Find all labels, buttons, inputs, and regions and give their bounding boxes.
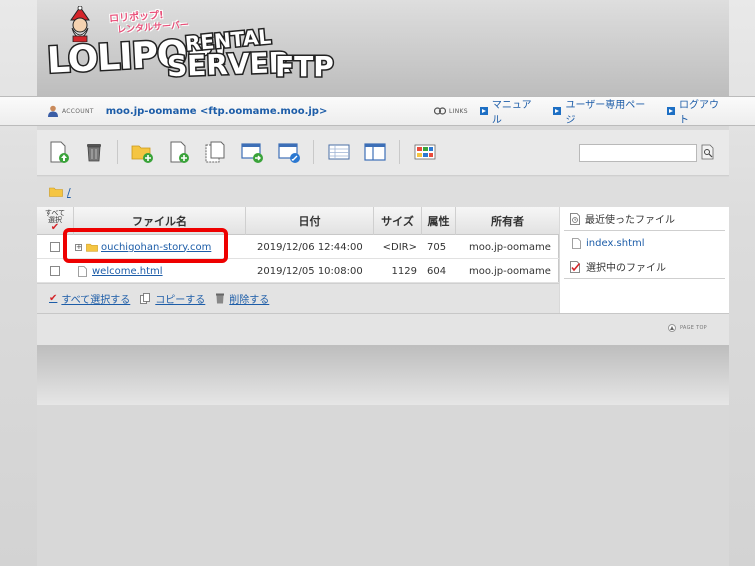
table-row[interactable]: welcome.html 2019/12/05 10:08:00 1129 60…	[37, 259, 559, 283]
mascot-icon	[70, 6, 90, 42]
left-gutter	[0, 0, 37, 566]
page-top-bar: PAGE TOP	[37, 313, 729, 345]
account-bar-left-extension	[0, 96, 37, 126]
manual-link-label: マニュアル	[491, 100, 532, 126]
row-checkbox[interactable]	[50, 242, 60, 252]
search-icon[interactable]	[701, 144, 715, 160]
logo-server-text: SERVER	[165, 44, 292, 84]
page-top-button[interactable]: PAGE TOP	[667, 324, 707, 332]
expand-icon[interactable]: +	[75, 243, 82, 251]
recent-files-header: 最近使ったファイル	[564, 207, 725, 231]
trash-icon	[216, 293, 225, 304]
selected-files-header: 選択中のファイル	[564, 255, 725, 279]
table-header: すべて 選択 ✔ ファイル名 日付 サイズ 属性 所有者	[37, 207, 559, 235]
logout-link-label: ログアウト	[679, 100, 720, 126]
arrow-square-icon	[553, 107, 562, 115]
edit-window-icon[interactable]	[277, 140, 301, 164]
color-grid-icon[interactable]	[413, 140, 437, 164]
right-gutter	[729, 0, 755, 566]
side-panel: 最近使ったファイル index.shtml 選択中のファイル	[560, 207, 729, 313]
new-folder-icon[interactable]	[130, 140, 154, 164]
account-bar: ACCOUNT moo.jp-oomame <ftp.oomame.moo.jp…	[37, 96, 729, 126]
breadcrumb: /	[37, 177, 729, 207]
logo-ftp-text: FTP	[274, 49, 336, 85]
arrow-up-icon	[667, 324, 676, 332]
column-header-date[interactable]: 日付	[245, 207, 373, 235]
select-all-header[interactable]: すべて 選択 ✔	[37, 207, 73, 235]
manual-link[interactable]: マニュアル	[479, 96, 542, 126]
copy-button[interactable]: コピーする	[140, 291, 205, 306]
user-page-link[interactable]: ユーザー専用ページ	[553, 96, 655, 126]
file-name-link[interactable]: ouchigohan-story.com	[101, 242, 211, 253]
search-input[interactable]	[579, 144, 697, 162]
page: ロリポップ! レンタルサーバー LOLIPOP! RENTAL SERVER F…	[0, 0, 755, 566]
table-row[interactable]: + ouchigohan-story.com 2019/12/06 12:44:…	[37, 235, 559, 259]
links-block: LINKS マニュアル ユーザー専用ページ ログアウト	[434, 96, 729, 126]
check-icon: ✔	[49, 293, 58, 304]
file-icon	[78, 265, 87, 277]
recent-file-item[interactable]: index.shtml	[564, 231, 725, 255]
owner-cell: moo.jp-oomame	[469, 241, 551, 253]
check-icon: ✔	[50, 222, 60, 233]
file-icon	[572, 237, 581, 249]
column-header-owner[interactable]: 所有者	[455, 207, 559, 235]
links-label: LINKS	[448, 107, 468, 115]
size-cell: 1129	[391, 265, 417, 277]
header: ロリポップ! レンタルサーバー LOLIPOP! RENTAL SERVER F…	[37, 0, 729, 96]
filename-cell: + ouchigohan-story.com	[75, 235, 245, 259]
size-cell: <DIR>	[382, 241, 417, 253]
trash-icon[interactable]	[82, 140, 106, 164]
new-file-icon[interactable]	[167, 140, 191, 164]
file-name-link[interactable]: welcome.html	[92, 266, 163, 277]
copy-file-icon[interactable]	[203, 140, 227, 164]
toolbar	[37, 130, 729, 176]
site-logo[interactable]: ロリポップ! レンタルサーバー LOLIPOP! RENTAL SERVER F…	[45, 4, 347, 92]
copy-icon	[140, 293, 151, 304]
user-page-link-label: ユーザー専用ページ	[565, 100, 646, 126]
date-cell: 2019/12/06 12:44:00	[257, 241, 363, 253]
links-icon	[434, 107, 446, 115]
folder-icon	[86, 243, 98, 252]
date-cell: 2019/12/05 10:08:00	[257, 265, 363, 277]
account-value: moo.jp-oomame <ftp.oomame.moo.jp>	[105, 105, 328, 117]
list-view-icon[interactable]	[327, 140, 351, 164]
select-all-button[interactable]: ✔ すべて選択する	[49, 291, 130, 306]
arrow-square-icon	[479, 107, 488, 115]
empty-area	[37, 405, 729, 566]
action-bar: ✔ すべて選択する コピーする 削除する	[37, 283, 559, 313]
user-icon	[48, 105, 58, 117]
owner-cell: moo.jp-oomame	[469, 265, 551, 277]
arrow-square-icon	[667, 107, 676, 115]
column-header-attr[interactable]: 属性	[421, 207, 455, 235]
split-view-icon[interactable]	[363, 140, 387, 164]
column-header-size[interactable]: サイズ	[373, 207, 421, 235]
toolbar-separator	[117, 140, 118, 164]
account-bar-right-extension	[729, 96, 755, 126]
file-list-panel: すべて 選択 ✔ ファイル名 日付 サイズ 属性 所有者 + ouchigoha…	[37, 207, 559, 313]
delete-button[interactable]: 削除する	[215, 291, 269, 306]
recent-file-icon	[570, 212, 580, 225]
selected-file-icon	[570, 260, 581, 273]
attr-cell: 604	[427, 265, 447, 277]
attr-cell: 705	[427, 241, 447, 253]
toolbar-separator	[313, 140, 314, 164]
upload-file-icon[interactable]	[47, 140, 71, 164]
filename-cell: welcome.html	[75, 259, 245, 283]
footer-band	[37, 345, 729, 405]
toolbar-separator	[399, 140, 400, 164]
account-label: ACCOUNT	[62, 107, 94, 115]
move-window-icon[interactable]	[240, 140, 264, 164]
folder-icon	[49, 187, 63, 197]
breadcrumb-root-link[interactable]: /	[67, 186, 71, 199]
column-header-filename[interactable]: ファイル名	[73, 207, 245, 235]
row-checkbox[interactable]	[50, 266, 60, 276]
logout-link[interactable]: ログアウト	[667, 96, 729, 126]
